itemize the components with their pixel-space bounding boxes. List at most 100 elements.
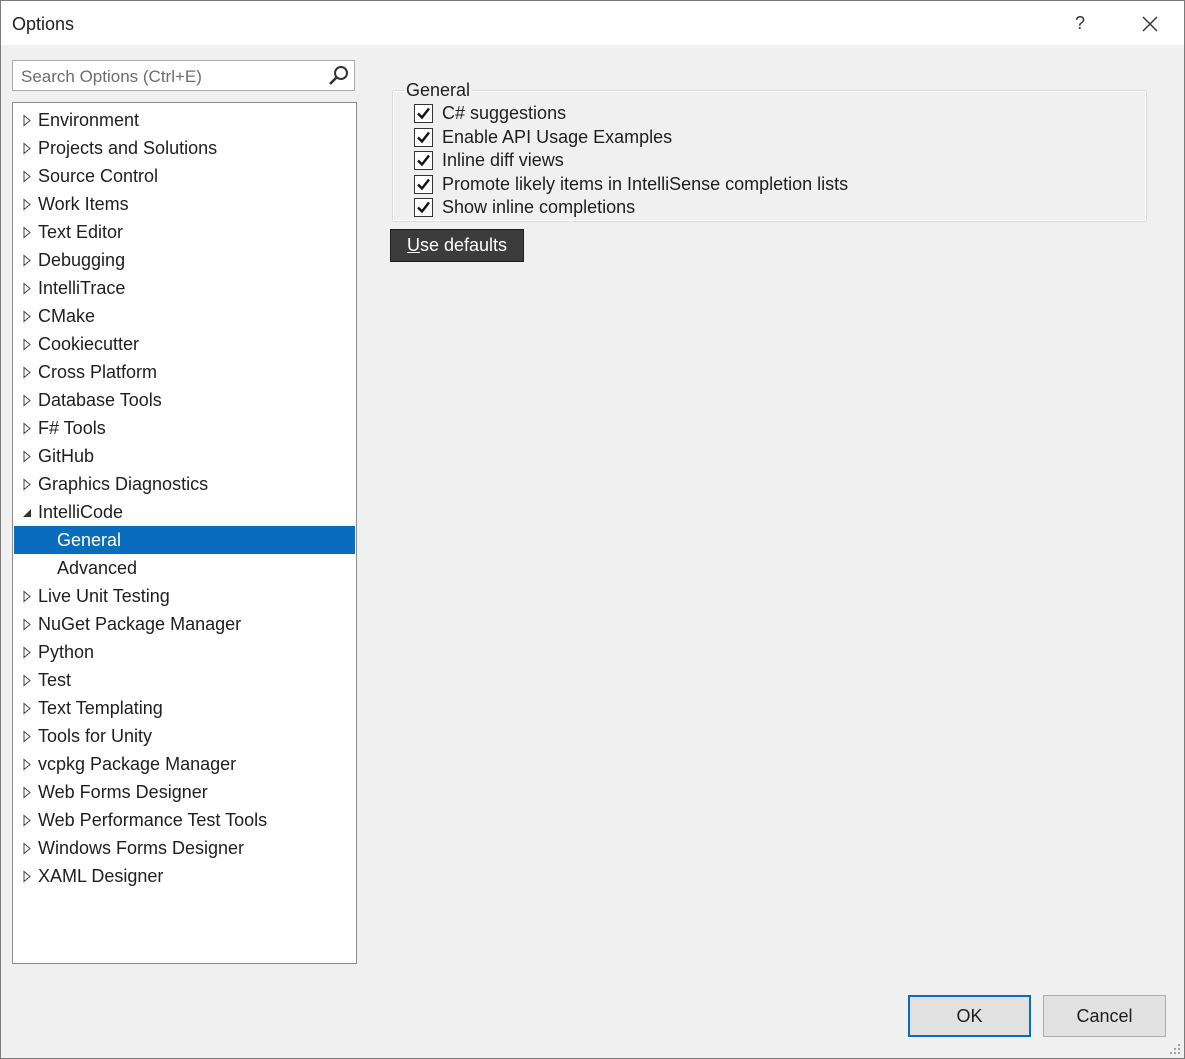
tree-item-f-tools[interactable]: F# Tools [14, 414, 355, 442]
collapsed-arrow-icon[interactable] [21, 394, 33, 407]
close-button[interactable] [1133, 7, 1167, 41]
tree-item-label: Test [38, 670, 72, 690]
collapsed-arrow-icon[interactable] [21, 198, 33, 211]
collapsed-arrow-icon[interactable] [21, 450, 33, 463]
collapsed-arrow-icon[interactable] [21, 478, 33, 491]
collapsed-arrow-icon[interactable] [21, 758, 33, 771]
tree-item-environment[interactable]: Environment [14, 106, 355, 134]
checkbox[interactable] [414, 104, 433, 123]
tree-item-nuget-package-manager[interactable]: NuGet Package Manager [14, 610, 355, 638]
tree-item-web-performance-test-tools[interactable]: Web Performance Test Tools [14, 806, 355, 834]
cancel-button[interactable]: Cancel [1043, 995, 1166, 1037]
use-defaults-label: se defaults [419, 235, 508, 255]
checkbox[interactable] [414, 128, 433, 147]
collapsed-arrow-icon[interactable] [21, 282, 33, 295]
tree-item-windows-forms-designer[interactable]: Windows Forms Designer [14, 834, 355, 862]
tree-item-intellitrace[interactable]: IntelliTrace [14, 274, 355, 302]
collapsed-arrow-icon[interactable] [21, 422, 33, 435]
tree-item-general[interactable]: General [14, 526, 355, 554]
resize-grip-icon[interactable] [1169, 1043, 1181, 1055]
tree-item-label: Text Templating [38, 698, 163, 718]
search-input[interactable] [19, 65, 323, 89]
collapsed-arrow-icon[interactable] [21, 870, 33, 883]
options-dialog: Options ? Environment Projects and Soluti… [0, 0, 1185, 1059]
collapsed-arrow-icon[interactable] [21, 730, 33, 743]
tree-item-label: Projects and Solutions [38, 138, 218, 158]
tree-item-python[interactable]: Python [14, 638, 355, 666]
tree-item-label: Source Control [38, 166, 159, 186]
ok-button[interactable]: OK [908, 995, 1031, 1037]
collapsed-arrow-icon[interactable] [21, 646, 33, 659]
collapsed-arrow-icon[interactable] [21, 786, 33, 799]
collapsed-arrow-icon[interactable] [21, 310, 33, 323]
tree-item-label: Web Performance Test Tools [38, 810, 268, 830]
checkbox[interactable] [414, 198, 433, 217]
group-title: General [404, 80, 473, 101]
tree-item-debugging[interactable]: Debugging [14, 246, 355, 274]
options-tree[interactable]: Environment Projects and Solutions Source … [12, 102, 357, 964]
collapsed-arrow-icon[interactable] [21, 366, 33, 379]
use-defaults-mnemonic: U [406, 235, 420, 255]
tree-item-source-control[interactable]: Source Control [14, 162, 355, 190]
collapsed-arrow-icon[interactable] [21, 114, 33, 127]
tree-item-graphics-diagnostics[interactable]: Graphics Diagnostics [14, 470, 355, 498]
tree-item-database-tools[interactable]: Database Tools [14, 386, 355, 414]
expanded-arrow-icon[interactable] [21, 506, 33, 519]
collapsed-arrow-icon[interactable] [21, 226, 33, 239]
tree-item-advanced[interactable]: Advanced [14, 554, 355, 582]
help-button[interactable]: ? [1065, 7, 1095, 39]
tree-item-test[interactable]: Test [14, 666, 355, 694]
tree-item-label: Cookiecutter [38, 334, 140, 354]
collapsed-arrow-icon[interactable] [21, 170, 33, 183]
tree-item-web-forms-designer[interactable]: Web Forms Designer [14, 778, 355, 806]
checkbox[interactable] [414, 151, 433, 170]
tree-item-label: Work Items [38, 194, 129, 214]
tree-item-live-unit-testing[interactable]: Live Unit Testing [14, 582, 355, 610]
tree-item-label: Debugging [38, 250, 126, 270]
tree-item-github[interactable]: GitHub [14, 442, 355, 470]
checkbox-label: C# suggestions [442, 103, 567, 123]
checkmark-icon [417, 107, 430, 120]
tree-item-cross-platform[interactable]: Cross Platform [14, 358, 355, 386]
collapsed-arrow-icon[interactable] [21, 702, 33, 715]
search-icon[interactable] [327, 64, 351, 88]
checkmark-icon [417, 201, 430, 214]
tree-item-projects-and-solutions[interactable]: Projects and Solutions [14, 134, 355, 162]
checkmark-icon [417, 131, 430, 144]
tree-item-vcpkg-package-manager[interactable]: vcpkg Package Manager [14, 750, 355, 778]
checkbox-label: Promote likely items in IntelliSense com… [442, 174, 849, 194]
use-defaults-button[interactable]: Use defaults [390, 229, 524, 262]
tree-item-label: IntelliCode [38, 502, 124, 522]
tree-item-label: vcpkg Package Manager [38, 754, 237, 774]
tree-item-tools-for-unity[interactable]: Tools for Unity [14, 722, 355, 750]
collapsed-arrow-icon[interactable] [21, 254, 33, 267]
tree-item-xaml-designer[interactable]: XAML Designer [14, 862, 355, 890]
tree-item-label: Live Unit Testing [38, 586, 170, 606]
tree-item-intellicode[interactable]: IntelliCode [14, 498, 355, 526]
checkmark-icon [417, 154, 430, 167]
tree-item-label: F# Tools [38, 418, 106, 438]
tree-item-label: CMake [38, 306, 96, 326]
collapsed-arrow-icon[interactable] [21, 814, 33, 827]
tree-item-text-templating[interactable]: Text Templating [14, 694, 355, 722]
collapsed-arrow-icon[interactable] [21, 842, 33, 855]
collapsed-arrow-icon[interactable] [21, 142, 33, 155]
tree-item-work-items[interactable]: Work Items [14, 190, 355, 218]
tree-item-label: Graphics Diagnostics [38, 474, 209, 494]
tree-item-label: Database Tools [38, 390, 162, 410]
checkbox[interactable] [414, 175, 433, 194]
tree-item-text-editor[interactable]: Text Editor [14, 218, 355, 246]
tree-item-label: Advanced [57, 558, 138, 578]
collapsed-arrow-icon[interactable] [21, 590, 33, 603]
checkmark-icon [417, 178, 430, 191]
collapsed-arrow-icon[interactable] [21, 618, 33, 631]
tree-item-label: Windows Forms Designer [38, 838, 245, 858]
tree-item-cookiecutter[interactable]: Cookiecutter [14, 330, 355, 358]
tree-item-label: Python [38, 642, 95, 662]
tree-item-cmake[interactable]: CMake [14, 302, 355, 330]
collapsed-arrow-icon[interactable] [21, 338, 33, 351]
checkbox-label: Show inline completions [442, 197, 636, 217]
collapsed-arrow-icon[interactable] [21, 674, 33, 687]
tree-item-label: Environment [38, 110, 140, 130]
tree-item-label: IntelliTrace [38, 278, 126, 298]
